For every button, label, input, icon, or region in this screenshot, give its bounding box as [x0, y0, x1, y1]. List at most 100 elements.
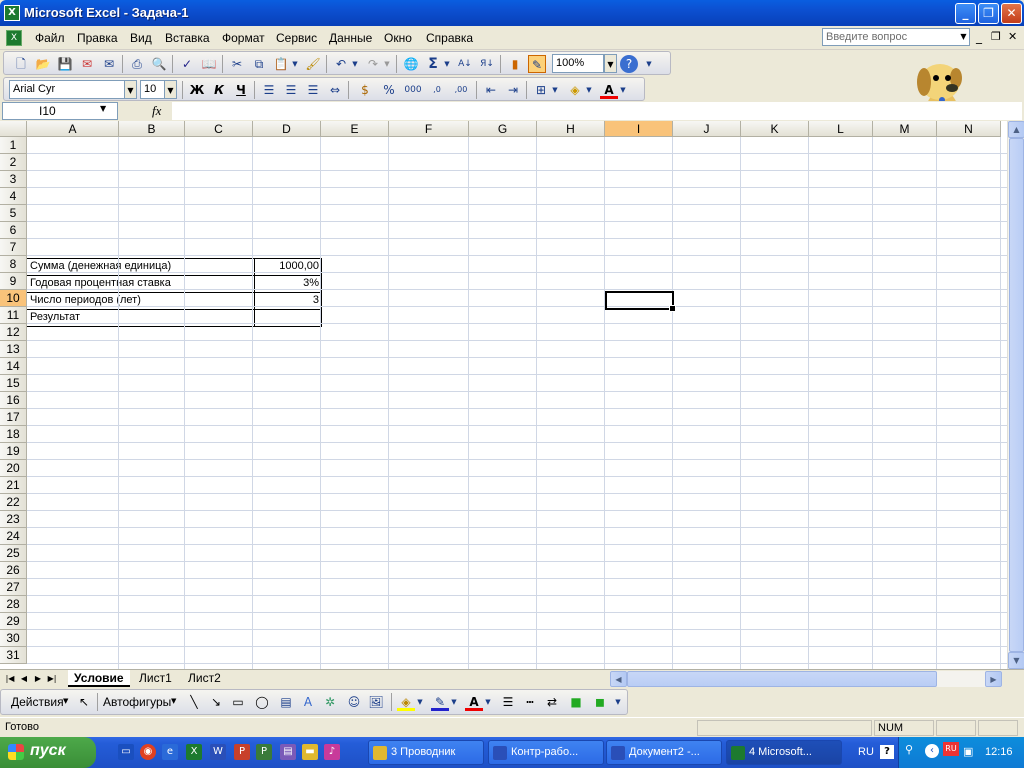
- copy-icon[interactable]: ⧉: [250, 55, 268, 73]
- select-all-corner[interactable]: [0, 121, 27, 137]
- doc-minimize-button[interactable]: _: [976, 30, 982, 44]
- fill-color-draw-icon[interactable]: ◈: [397, 693, 415, 711]
- dash-style-icon[interactable]: ┅: [521, 693, 539, 711]
- format-painter-icon[interactable]: 🖌: [304, 55, 322, 73]
- row-header[interactable]: 4: [0, 188, 27, 205]
- new-icon[interactable]: 🗋: [12, 55, 30, 73]
- increase-indent-icon[interactable]: ⇥: [504, 81, 522, 99]
- column-header[interactable]: E: [321, 121, 389, 137]
- vertical-scrollbar[interactable]: ▲ ▼: [1007, 121, 1024, 669]
- line-style-icon[interactable]: ☰: [499, 693, 517, 711]
- email-icon[interactable]: ✉: [100, 55, 118, 73]
- print-preview-icon[interactable]: 🔍: [150, 55, 168, 73]
- autosum-dropdown-icon[interactable]: ▼: [442, 55, 452, 73]
- fill-color-icon[interactable]: ◈: [566, 81, 584, 99]
- row-header[interactable]: 24: [0, 528, 27, 545]
- sheet-tab-condition[interactable]: Условие: [68, 670, 130, 687]
- scroll-up-arrow-icon[interactable]: ▲: [1008, 121, 1024, 138]
- tray-network-icon[interactable]: ⚲: [905, 743, 913, 756]
- row-header[interactable]: 2: [0, 154, 27, 171]
- row-header[interactable]: 31: [0, 647, 27, 664]
- italic-button[interactable]: К: [210, 81, 228, 99]
- menu-data[interactable]: Данные: [329, 31, 372, 45]
- row-header[interactable]: 5: [0, 205, 27, 222]
- row-header[interactable]: 23: [0, 511, 27, 528]
- cut-icon[interactable]: ✂: [228, 55, 246, 73]
- last-sheet-icon[interactable]: ▶|: [46, 672, 58, 686]
- column-header[interactable]: J: [673, 121, 741, 137]
- scroll-down-arrow-icon[interactable]: ▼: [1008, 652, 1024, 669]
- insert-function-icon[interactable]: fx: [152, 103, 161, 119]
- ie-icon[interactable]: e: [162, 744, 178, 760]
- worksheet-grid[interactable]: Сумма (денежная единица) 1000,00 Годовая…: [0, 121, 1007, 669]
- row-header[interactable]: 9: [0, 273, 27, 290]
- menu-view[interactable]: Вид: [130, 31, 152, 45]
- autoshapes-dropdown-icon[interactable]: ▼: [171, 697, 176, 705]
- row-header[interactable]: 19: [0, 443, 27, 460]
- paste-dropdown-icon[interactable]: ▼: [290, 55, 300, 73]
- merge-center-icon[interactable]: ⇔: [326, 81, 344, 99]
- menu-insert[interactable]: Вставка: [165, 31, 210, 45]
- fill-color-draw-dropdown-icon[interactable]: ▼: [415, 693, 425, 711]
- row-header[interactable]: 18: [0, 426, 27, 443]
- textbox-icon[interactable]: ▤: [277, 693, 295, 711]
- name-box-dropdown-icon[interactable]: ▼: [100, 104, 106, 113]
- autoshapes-menu[interactable]: Автофигуры: [103, 695, 171, 709]
- row-header[interactable]: 26: [0, 562, 27, 579]
- insert-picture-icon[interactable]: 🖼: [367, 693, 385, 711]
- help-tray-icon[interactable]: ?: [880, 745, 894, 759]
- doc-restore-button[interactable]: ❐: [991, 30, 1001, 43]
- align-center-icon[interactable]: ☰: [282, 81, 300, 99]
- scroll-left-arrow-icon[interactable]: ◀: [610, 671, 627, 687]
- underline-button[interactable]: Ч: [232, 81, 250, 99]
- fill-color-dropdown-icon[interactable]: ▼: [584, 81, 594, 99]
- tray-keyboard-icon[interactable]: RU: [943, 742, 959, 756]
- scroll-right-arrow-icon[interactable]: ▶: [985, 671, 1002, 687]
- row-header[interactable]: 12: [0, 324, 27, 341]
- word-quicklaunch-icon[interactable]: W: [210, 744, 226, 760]
- rectangle-icon[interactable]: ▭: [229, 693, 247, 711]
- decrease-indent-icon[interactable]: ⇤: [482, 81, 500, 99]
- font-name-combo[interactable]: Arial Cyr: [9, 80, 127, 99]
- drawing-options-icon[interactable]: ▼: [613, 693, 623, 711]
- undo-icon[interactable]: ↶: [332, 55, 350, 73]
- toolbar-options-icon[interactable]: ▼: [644, 55, 654, 73]
- row-header[interactable]: 22: [0, 494, 27, 511]
- redo-icon[interactable]: ↷: [364, 55, 382, 73]
- bold-button[interactable]: Ж: [188, 81, 206, 99]
- sort-ascending-icon[interactable]: A↓: [456, 55, 474, 73]
- column-header[interactable]: M: [873, 121, 937, 137]
- next-sheet-icon[interactable]: ▶: [32, 672, 44, 686]
- row-header[interactable]: 13: [0, 341, 27, 358]
- actions-dropdown-icon[interactable]: ▼: [63, 697, 68, 705]
- thousands-separator-icon[interactable]: 000: [404, 81, 422, 99]
- tray-collapse-icon[interactable]: ‹: [925, 744, 939, 758]
- drawing-toggle-icon[interactable]: ✎: [528, 55, 546, 73]
- select-objects-icon[interactable]: ↖: [75, 693, 93, 711]
- decrease-decimal-icon[interactable]: ,00: [452, 81, 470, 99]
- font-color-draw-dropdown-icon[interactable]: ▼: [483, 693, 493, 711]
- percent-icon[interactable]: %: [380, 81, 398, 99]
- permission-icon[interactable]: ✉: [78, 55, 96, 73]
- font-color-icon[interactable]: A: [600, 81, 618, 99]
- horizontal-scroll-thumb[interactable]: [627, 671, 937, 687]
- task-excel[interactable]: 4 Microsoft...: [726, 740, 842, 765]
- row-header[interactable]: 14: [0, 358, 27, 375]
- line-color-dropdown-icon[interactable]: ▼: [449, 693, 459, 711]
- column-header[interactable]: K: [741, 121, 809, 137]
- redo-dropdown-icon[interactable]: ▼: [382, 55, 392, 73]
- chart-wizard-icon[interactable]: ▮: [506, 55, 524, 73]
- close-button[interactable]: ✕: [1001, 3, 1022, 24]
- diagram-icon[interactable]: ✲: [321, 693, 339, 711]
- access-icon[interactable]: ▤: [280, 744, 296, 760]
- currency-icon[interactable]: $: [356, 81, 374, 99]
- start-button[interactable]: пуск: [0, 737, 96, 768]
- column-header[interactable]: B: [119, 121, 185, 137]
- task-word-doc2[interactable]: Документ2 -...: [606, 740, 722, 765]
- menu-help[interactable]: Справка: [426, 31, 473, 45]
- line-icon[interactable]: ╲: [185, 693, 203, 711]
- clipart-icon[interactable]: ☺: [345, 693, 363, 711]
- prev-sheet-icon[interactable]: ◀: [18, 672, 30, 686]
- column-header[interactable]: I: [605, 121, 673, 137]
- row-header[interactable]: 21: [0, 477, 27, 494]
